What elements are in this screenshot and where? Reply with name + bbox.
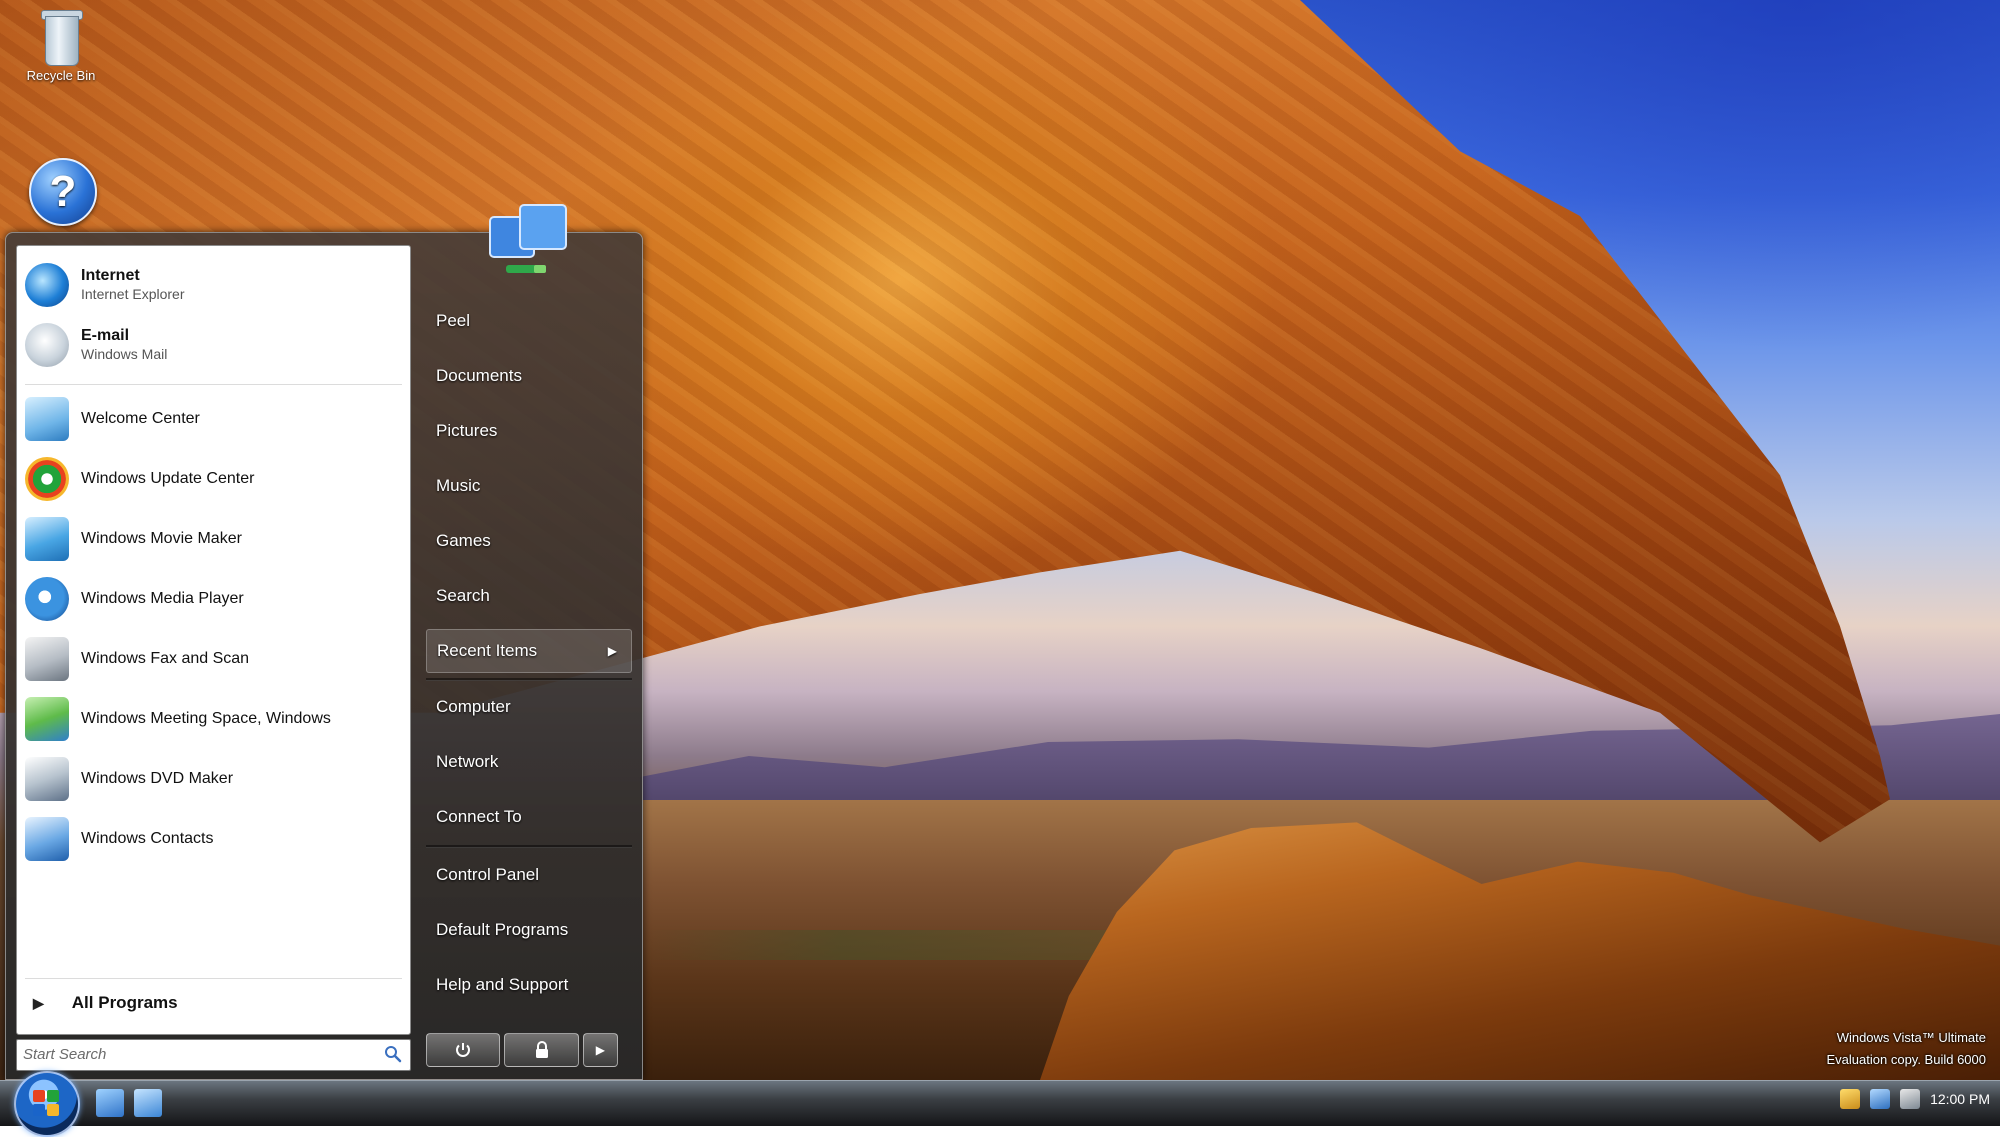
windows-logo-icon (33, 1090, 59, 1116)
start-right-item-help-support[interactable]: Help and Support (426, 963, 632, 1007)
start-right-item-search[interactable]: Search (426, 574, 632, 618)
start-right-item-pictures[interactable]: Pictures (426, 409, 632, 453)
start-search-input[interactable] (23, 1044, 363, 1064)
start-right-item-music[interactable]: Music (426, 464, 632, 508)
meeting-space-icon (25, 697, 69, 741)
right-pane-separator (426, 678, 632, 681)
start-item-movie-maker[interactable]: Windows Movie Maker (25, 512, 397, 566)
start-item-windows-update[interactable]: Windows Update Center (25, 452, 397, 506)
right-pane-separator (426, 845, 632, 848)
taskbar: 12:00 PM (0, 1071, 2000, 1137)
start-right-item-default-programs[interactable]: Default Programs (426, 908, 632, 952)
start-item-label: Windows DVD Maker (81, 770, 234, 787)
start-item-label: Windows Fax and Scan (81, 650, 250, 667)
start-item-media-player[interactable]: Windows Media Player (25, 572, 397, 626)
start-right-item-label: Computer (436, 697, 511, 716)
start-item-label: Windows Update Center (81, 470, 255, 487)
start-right-item-network[interactable]: Network (426, 740, 632, 784)
power-button[interactable] (426, 1033, 501, 1067)
quick-launch (96, 1089, 172, 1117)
submenu-arrow-icon: ▶ (607, 644, 617, 658)
search-icon[interactable] (384, 1045, 402, 1063)
start-menu: Internet Internet Explorer E-mail Window… (5, 204, 643, 1080)
start-menu-programs-pane: Internet Internet Explorer E-mail Window… (16, 245, 411, 1035)
shutdown-options-button[interactable]: ▶ (582, 1033, 618, 1067)
start-item-subtitle: Internet Explorer (81, 286, 185, 302)
start-right-item-label: Documents (436, 366, 522, 385)
start-item-label: Windows Meeting Space, Windows (81, 710, 331, 727)
start-right-item-label: Search (436, 586, 490, 605)
switch-windows-icon[interactable] (134, 1089, 162, 1117)
start-item-label: Windows Movie Maker (81, 530, 242, 547)
internet-explorer-icon (25, 263, 69, 307)
desktop-icon-recycle-bin[interactable]: Recycle Bin (6, 6, 116, 83)
contacts-icon (25, 817, 69, 861)
start-right-item-label: Music (436, 476, 481, 495)
lock-icon (535, 1041, 548, 1058)
volume-icon[interactable] (1900, 1089, 1921, 1109)
start-item-title: E-mail (81, 327, 130, 344)
start-item-fax-scan[interactable]: Windows Fax and Scan (25, 632, 397, 686)
all-programs-separator (25, 978, 402, 979)
recycle-bin-icon (38, 6, 84, 68)
start-right-item-documents[interactable]: Documents (426, 354, 632, 398)
start-item-dvd-maker[interactable]: Windows DVD Maker (25, 752, 397, 806)
start-right-item-recent-items[interactable]: Recent Items ▶ (426, 629, 632, 673)
network-icon[interactable] (1870, 1089, 1891, 1109)
user-picture-icon[interactable] (476, 195, 586, 295)
start-right-item-label: Peel (436, 311, 471, 330)
start-item-title: Internet (81, 267, 140, 284)
security-shield-icon[interactable] (1840, 1089, 1861, 1109)
desktop-icon-label: Recycle Bin (26, 68, 96, 83)
desktop-icon-help[interactable]: ? (8, 158, 118, 226)
lock-button[interactable] (504, 1033, 579, 1067)
show-desktop-icon[interactable] (96, 1089, 124, 1117)
clock[interactable]: 12:00 PM (1930, 1091, 1990, 1107)
power-buttons: ▶ (426, 1033, 622, 1067)
dvd-maker-icon (25, 757, 69, 801)
start-item-contacts[interactable]: Windows Contacts (25, 812, 397, 866)
start-item-label: Welcome Center (81, 410, 200, 427)
start-right-item-connect-to[interactable]: Connect To (426, 795, 632, 839)
media-player-icon (25, 577, 69, 621)
start-right-item-label: Recent Items (437, 641, 538, 660)
start-item-welcome-center[interactable]: Welcome Center (25, 392, 397, 446)
welcome-center-icon (25, 397, 69, 441)
system-tray: 12:00 PM (1840, 1089, 1990, 1109)
start-right-item-computer[interactable]: Computer (426, 685, 632, 729)
chevron-right-icon: ▶ (33, 994, 44, 1011)
start-item-email[interactable]: E-mail Windows Mail (25, 318, 397, 372)
branding-build-text: Evaluation copy. Build 6000 (1826, 1052, 1986, 1067)
start-right-item-label: Connect To (436, 807, 522, 826)
all-programs-label: All Programs (71, 993, 178, 1012)
windows-update-icon (25, 457, 69, 501)
start-item-label: Windows Media Player (81, 590, 244, 607)
start-item-subtitle: Windows Mail (81, 346, 168, 362)
branding-text: Windows Vista™ Ultimate (1836, 1030, 1986, 1045)
start-item-internet[interactable]: Internet Internet Explorer (25, 258, 397, 312)
chevron-right-icon: ▶ (595, 1043, 605, 1057)
pinned-separator (25, 384, 402, 385)
start-button[interactable] (14, 1071, 80, 1137)
power-icon (456, 1043, 471, 1057)
start-item-label: Windows Contacts (81, 830, 214, 847)
start-right-item-label: Default Programs (436, 920, 569, 939)
start-right-item-label: Pictures (436, 421, 498, 440)
start-search-box[interactable] (16, 1039, 411, 1071)
start-right-item-label: Help and Support (436, 975, 569, 994)
start-right-item-user[interactable]: Peel (426, 299, 632, 343)
movie-maker-icon (25, 517, 69, 561)
start-right-item-label: Games (436, 531, 491, 550)
start-right-item-label: Control Panel (436, 865, 540, 884)
fax-scan-icon (25, 637, 69, 681)
start-right-item-games[interactable]: Games (426, 519, 632, 563)
start-right-item-control-panel[interactable]: Control Panel (426, 853, 632, 897)
mail-icon (25, 323, 69, 367)
start-item-meeting-space[interactable]: Windows Meeting Space, Windows (25, 692, 397, 746)
start-right-item-label: Network (436, 752, 499, 771)
all-programs-button[interactable]: ▶ All Programs (33, 988, 178, 1018)
help-icon: ? (29, 158, 97, 226)
